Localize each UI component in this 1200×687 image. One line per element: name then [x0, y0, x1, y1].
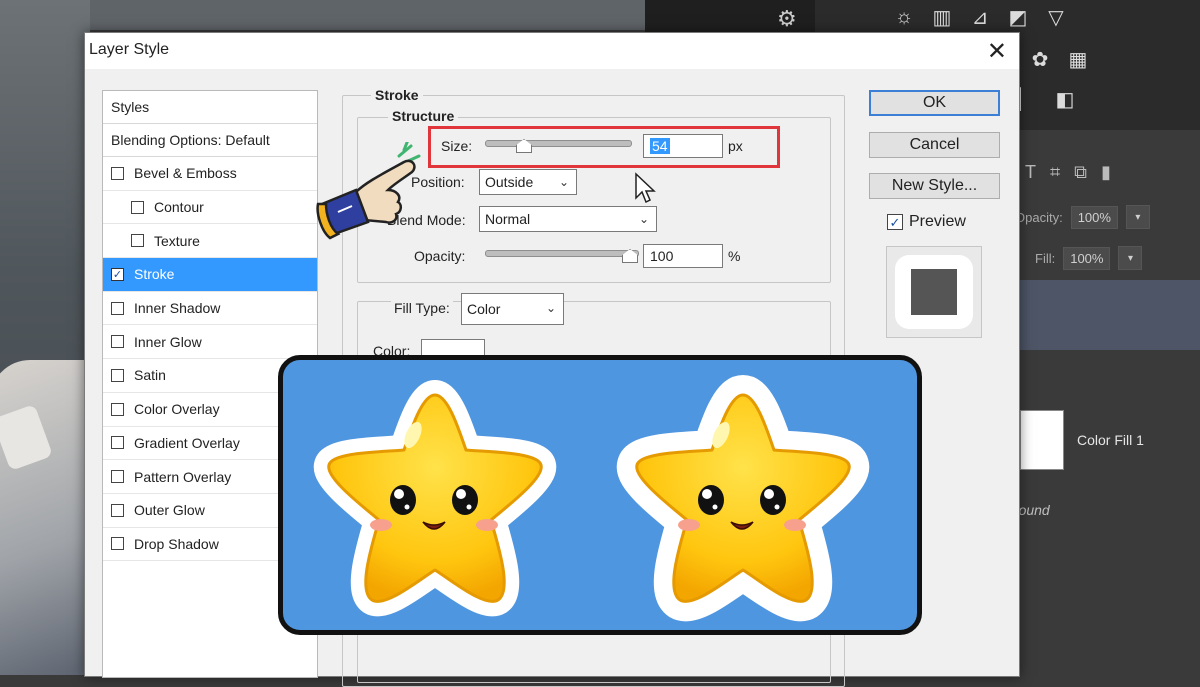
effect-label: Bevel & Emboss	[134, 165, 237, 182]
chevron-down-icon[interactable]: ▾	[1118, 246, 1143, 270]
exposure-icon[interactable]: ◩	[1006, 6, 1030, 29]
filter-toggle-icon[interactable]: ▮	[1101, 162, 1111, 183]
preview-stroke	[895, 255, 973, 329]
adjustment-icons-row-1: ☼ ▥ ⊿ ◩ ▽	[892, 6, 1068, 29]
stroke-section-title: Stroke	[371, 87, 423, 103]
effect-item-bevel-emboss[interactable]: Bevel & Emboss	[103, 157, 317, 191]
ps-fill-label: Fill:	[1035, 250, 1056, 266]
fill-type-value: Color	[467, 301, 501, 317]
effect-item-inner-glow[interactable]: Inner Glow	[103, 325, 317, 360]
effect-label: Drop Shadow	[134, 535, 219, 552]
effect-checkbox[interactable]	[111, 402, 124, 416]
opacity-input[interactable]: 100	[643, 244, 723, 268]
effect-label: Stroke	[134, 266, 175, 283]
effect-item-texture[interactable]: Texture	[103, 224, 317, 259]
effect-label: Inner Shadow	[134, 300, 221, 317]
gradient-map-icon[interactable]: ▽	[1044, 6, 1068, 29]
effect-checkbox[interactable]	[111, 368, 124, 382]
effect-checkbox[interactable]	[111, 470, 124, 484]
star-with-thin-stroke	[313, 380, 557, 617]
mouse-cursor-icon	[635, 172, 656, 204]
chevron-down-icon: ⌄	[558, 175, 569, 189]
curves-icon[interactable]: ⊿	[968, 6, 992, 29]
cancel-button[interactable]: Cancel	[869, 132, 1000, 158]
preview-checkbox[interactable]: ✓	[887, 214, 903, 230]
structure-title: Structure	[388, 108, 459, 124]
adjustment-icons-row-2: ✿ ▦	[1028, 48, 1090, 71]
size-highlight-box	[428, 126, 780, 168]
ps-fill-row: Fill: 100% ▾	[1035, 246, 1143, 270]
adjustment-icons-row-3: ▏ ◧	[1015, 88, 1077, 111]
close-icon[interactable]: ✕	[987, 37, 1007, 66]
ps-opacity-field[interactable]: 100%	[1070, 205, 1118, 229]
threshold-icon[interactable]: ◧	[1053, 88, 1077, 111]
sleeve-graphic	[0, 360, 85, 675]
smart-object-filter-icon[interactable]: ⧉	[1074, 162, 1087, 183]
brightness-icon[interactable]: ☼	[892, 6, 916, 28]
adjust-sliders-icon[interactable]: ⚙	[777, 6, 797, 32]
background-photo	[0, 0, 90, 675]
effect-label: Inner Glow	[134, 333, 202, 350]
ps-opacity-label: Opacity:	[1015, 209, 1063, 225]
effect-checkbox[interactable]	[111, 537, 124, 551]
channel-mixer-icon[interactable]: ✿	[1028, 48, 1052, 71]
levels-icon[interactable]: ▥	[930, 6, 954, 29]
ps-opacity-row: Opacity: 100% ▾	[1015, 205, 1150, 229]
chevron-down-icon: ⌄	[545, 301, 556, 315]
selected-layer-row[interactable]	[1020, 280, 1200, 350]
effect-label: Outer Glow	[134, 502, 205, 519]
fill-type-select[interactable]: Color ⌄	[461, 293, 564, 325]
chevron-down-icon: ⌄	[638, 212, 649, 226]
ok-button[interactable]: OK	[869, 90, 1000, 116]
chevron-down-icon[interactable]: ▾	[1125, 205, 1150, 229]
opacity-value: 100	[650, 248, 674, 264]
layer-filter-tools: T ⌗ ⧉ ▮	[1025, 162, 1111, 183]
star-comparison-card	[278, 355, 922, 635]
effect-checkbox[interactable]	[111, 301, 124, 315]
background-top-strip	[90, 0, 645, 30]
effect-item-inner-shadow[interactable]: Inner Shadow	[103, 292, 317, 326]
effect-label: Texture	[154, 232, 200, 249]
effect-label: Color Overlay	[134, 401, 220, 418]
effect-checkbox[interactable]	[131, 200, 144, 214]
blending-options-item[interactable]: Blending Options: Default	[103, 124, 317, 157]
effect-checkbox[interactable]	[131, 234, 144, 248]
effect-label: Pattern Overlay	[134, 468, 232, 485]
styles-header[interactable]: Styles	[103, 91, 317, 124]
fill-type-label: Fill Type:	[391, 300, 453, 316]
effect-label: Satin	[134, 367, 166, 384]
opacity-unit: %	[728, 248, 741, 264]
type-filter-icon[interactable]: T	[1025, 162, 1036, 183]
blend-mode-select[interactable]: Normal ⌄	[479, 206, 657, 232]
dialog-titlebar: Layer Style ✕	[85, 33, 1019, 69]
preview-label: Preview	[909, 213, 966, 230]
effect-checkbox[interactable]	[111, 436, 124, 450]
effect-item-contour[interactable]: Contour	[103, 191, 317, 225]
star-with-thick-stroke	[616, 375, 870, 622]
ps-fill-field[interactable]: 100%	[1063, 246, 1111, 270]
blend-mode-value: Normal	[485, 211, 531, 227]
effect-label: Gradient Overlay	[134, 434, 240, 451]
new-style-button[interactable]: New Style...	[869, 173, 1000, 199]
effect-item-stroke[interactable]: ✓ Stroke	[103, 258, 317, 292]
pointing-hand-icon	[316, 142, 421, 240]
opacity-label: Opacity:	[414, 248, 466, 264]
position-value: Outside	[485, 174, 534, 190]
preview-square	[911, 269, 957, 315]
effect-checkbox[interactable]	[111, 335, 124, 349]
color-lookup-icon[interactable]: ▦	[1066, 48, 1090, 71]
effect-label: Contour	[154, 199, 204, 216]
effect-checkbox[interactable]: ✓	[111, 267, 124, 281]
layer-name[interactable]: Color Fill 1	[1077, 432, 1144, 448]
layer-thumbnail[interactable]	[1020, 410, 1064, 470]
shape-filter-icon[interactable]: ⌗	[1050, 162, 1060, 183]
dialog-title: Layer Style	[89, 41, 170, 58]
preview-thumbnail	[886, 246, 982, 338]
effect-checkbox[interactable]	[111, 166, 124, 180]
preview-checkbox-row[interactable]: ✓ Preview	[887, 213, 966, 231]
effect-checkbox[interactable]	[111, 503, 124, 517]
position-select[interactable]: Outside ⌄	[479, 169, 577, 195]
opacity-slider-track[interactable]	[485, 250, 639, 257]
